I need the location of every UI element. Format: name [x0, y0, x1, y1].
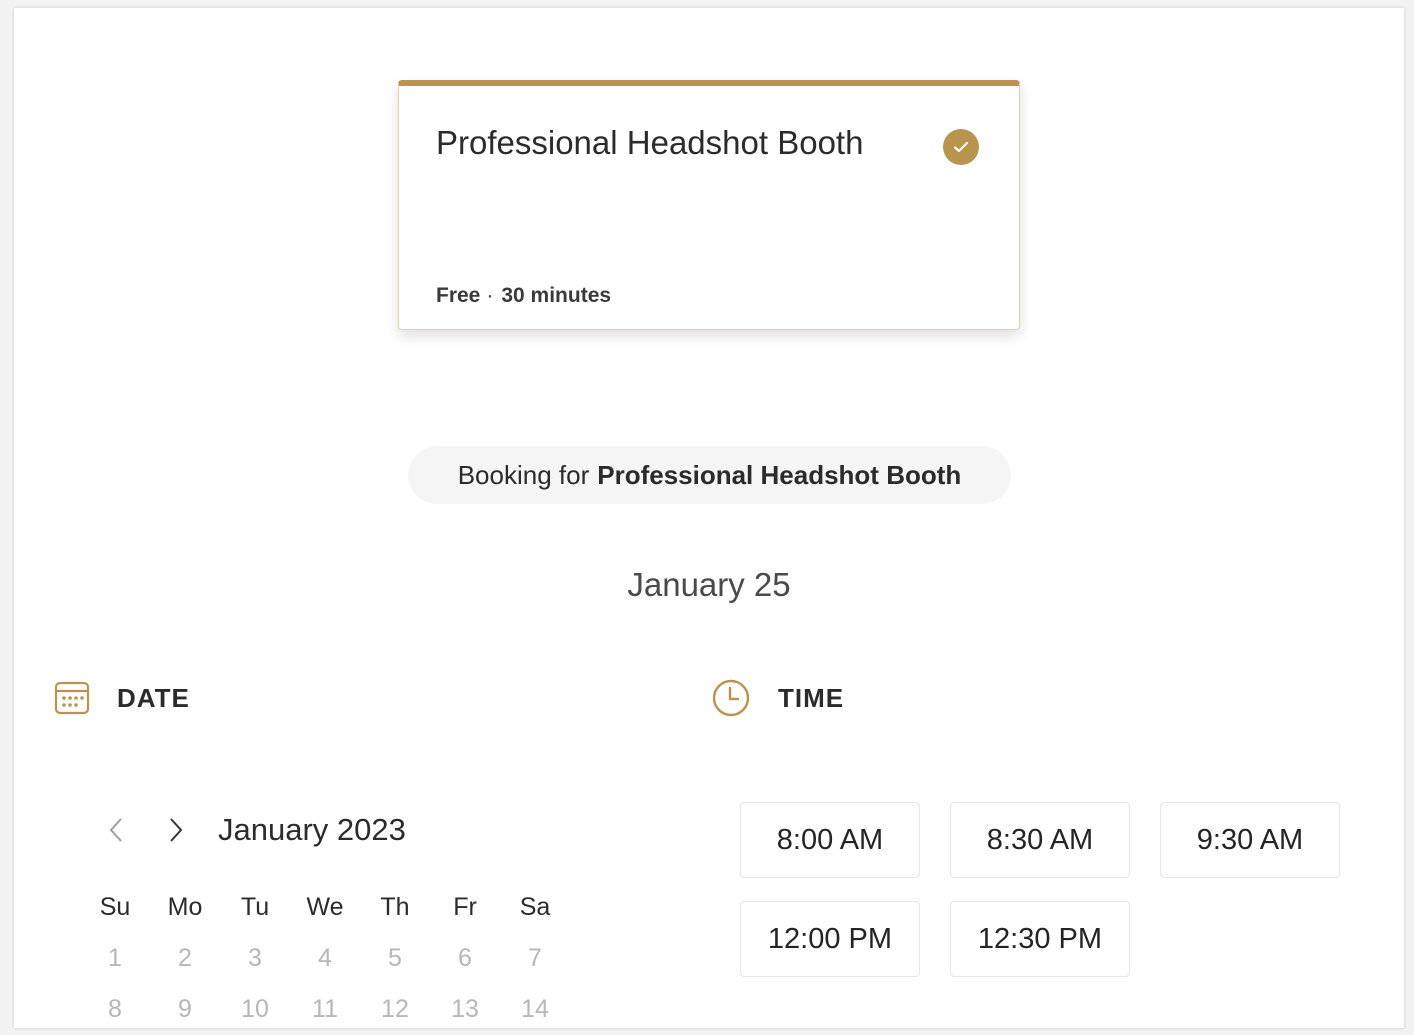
time-slot-grid: 8:00 AM 8:30 AM 9:30 AM 12:00 PM 12:30 P…: [740, 802, 1370, 977]
calendar-week-row: 1 2 3 4 5 6 7: [80, 933, 570, 984]
calendar-day: 12: [381, 995, 409, 1023]
time-section-header: TIME: [711, 678, 844, 718]
date-section-header: DATE: [54, 680, 190, 716]
weekday-label: Fr: [453, 893, 477, 921]
time-slot-button[interactable]: 12:30 PM: [950, 901, 1130, 977]
weekday-label: We: [306, 893, 344, 921]
calendar-day: 2: [178, 944, 192, 972]
time-slot-button[interactable]: 8:00 AM: [740, 802, 920, 878]
calendar-day: 8: [108, 995, 122, 1023]
service-meta: Free · 30 minutes: [436, 284, 611, 308]
date-section-label: DATE: [117, 682, 190, 713]
weekday-header-row: Su Mo Tu We Th Fr Sa: [80, 882, 570, 933]
calendar-day: 4: [318, 944, 332, 972]
service-duration: 30 minutes: [501, 284, 612, 307]
time-slot-button[interactable]: 9:30 AM: [1160, 802, 1340, 878]
weekday-label: Mo: [167, 893, 203, 921]
booking-service-name: Professional Headshot Booth: [597, 459, 962, 490]
calendar-day: 7: [528, 944, 542, 972]
booking-page: Professional Headshot Booth Free · 30 minu…: [14, 8, 1404, 1028]
previous-month-button[interactable]: [96, 808, 136, 852]
calendar-day: 13: [451, 995, 479, 1023]
calendar-day: 14: [521, 995, 549, 1023]
calendar-grid: Su Mo Tu We Th Fr Sa 1 2 3 4 5 6 7 8 9 1…: [80, 882, 570, 1035]
booking-prefix: Booking for: [457, 459, 590, 490]
next-month-button[interactable]: [156, 808, 196, 852]
calendar-day: 1: [108, 944, 122, 972]
weekday-label: Tu: [240, 893, 270, 921]
selected-date-title: January 25: [627, 566, 791, 603]
time-section-label: TIME: [778, 682, 845, 713]
calendar-day: 11: [312, 995, 338, 1023]
service-price: Free: [436, 284, 481, 307]
chevron-right-icon: [170, 818, 183, 842]
month-label: January 2023: [218, 812, 406, 847]
chevron-left-icon: [109, 818, 122, 842]
check-icon: [943, 129, 979, 165]
clock-icon: [712, 679, 750, 717]
weekday-label: Sa: [519, 893, 551, 921]
calendar-day: 9: [178, 995, 192, 1023]
calendar-day: 6: [458, 944, 472, 972]
weekday-label: Th: [380, 893, 410, 921]
calendar-day: 3: [248, 944, 262, 972]
calendar-day: 5: [388, 944, 402, 972]
booking-banner: Booking for Professional Headshot Booth: [408, 446, 1011, 504]
calendar-day: 10: [241, 995, 269, 1023]
service-title: Professional Headshot Booth: [436, 124, 864, 161]
weekday-label: Su: [99, 893, 131, 921]
calendar-icon: [54, 681, 90, 715]
service-card[interactable]: Professional Headshot Booth Free · 30 minu…: [398, 80, 1020, 330]
month-navigation: January 2023: [96, 808, 406, 852]
calendar-week-row: 8 9 10 11 12 13 14: [80, 984, 570, 1035]
meta-separator: ·: [486, 284, 494, 307]
time-slot-button[interactable]: 12:00 PM: [740, 901, 920, 977]
time-slot-button[interactable]: 8:30 AM: [950, 802, 1130, 878]
